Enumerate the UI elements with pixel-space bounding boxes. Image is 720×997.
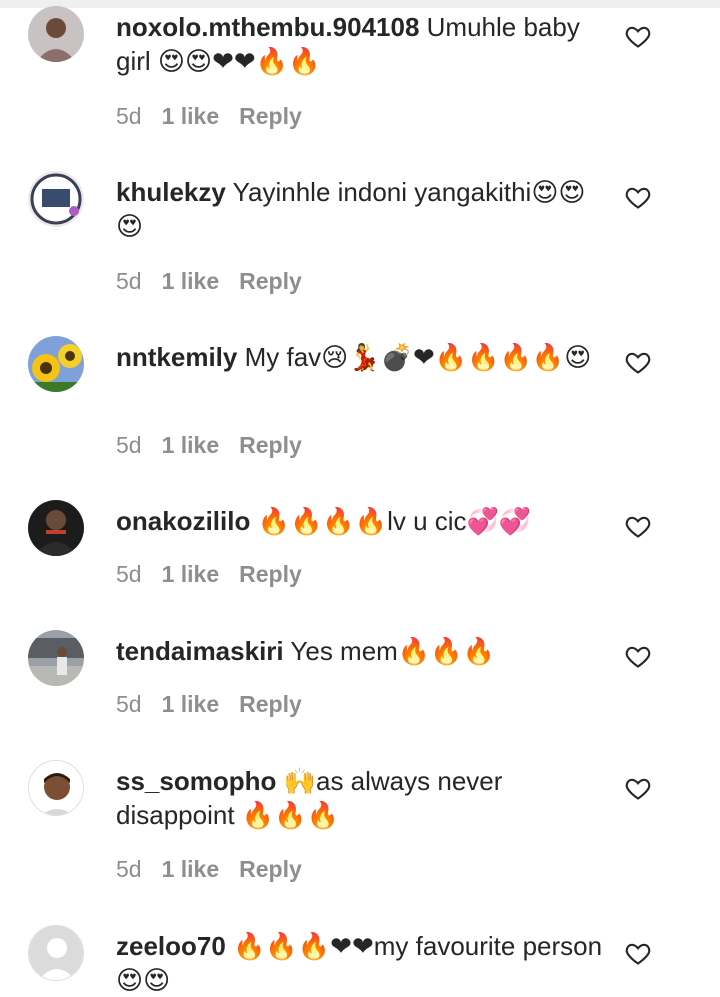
comment-text: ss_somopho 🙌as always never disappoint 🔥…: [116, 764, 606, 832]
like-count[interactable]: 1 like: [162, 691, 220, 717]
like-count[interactable]: 1 like: [162, 103, 220, 129]
comment-meta: 5d 1 like Reply: [116, 267, 322, 295]
comment-meta: 5d 1 like Reply: [116, 690, 322, 718]
comment-text: onakozililo 🔥🔥🔥🔥lv u cic💞💞: [116, 504, 606, 538]
comment-username[interactable]: noxolo.mthembu.904108: [116, 12, 419, 42]
reply-button[interactable]: Reply: [239, 561, 302, 587]
reply-button[interactable]: Reply: [239, 268, 302, 294]
comment-body: Yes mem🔥🔥🔥: [290, 636, 495, 666]
comment-username[interactable]: ss_somopho: [116, 766, 276, 796]
badge-avatar[interactable]: [28, 171, 84, 227]
like-count[interactable]: 1 like: [162, 856, 220, 882]
comment-body: 🔥🔥🔥🔥lv u cic💞💞: [257, 506, 532, 536]
comment-text: nntkemily My fav😢💃💣❤🔥🔥🔥🔥😍: [116, 340, 606, 374]
reply-button[interactable]: Reply: [239, 103, 302, 129]
comment-username[interactable]: nntkemily: [116, 342, 237, 372]
comment-username[interactable]: khulekzy: [116, 177, 226, 207]
comment-text: zeeloo70 🔥🔥🔥❤❤my favourite person😍😍: [116, 929, 606, 997]
like-count[interactable]: 1 like: [162, 432, 220, 458]
heart-outline-icon[interactable]: [624, 642, 652, 670]
comment-text: khulekzy Yayinhle indoni yangakithi😍😍😍: [116, 175, 606, 243]
comment-username[interactable]: zeeloo70: [116, 931, 226, 961]
comment-age: 5d: [116, 103, 142, 129]
heart-outline-icon[interactable]: [624, 183, 652, 211]
heart-outline-icon[interactable]: [624, 348, 652, 376]
default-avatar[interactable]: [28, 925, 84, 981]
woman-avatar[interactable]: [28, 6, 84, 62]
heart-outline-icon[interactable]: [624, 22, 652, 50]
emoji-man-avatar[interactable]: [28, 760, 84, 816]
sunflower-avatar[interactable]: [28, 336, 84, 392]
heart-outline-icon[interactable]: [624, 774, 652, 802]
man-dark-avatar[interactable]: [28, 500, 84, 556]
comment-age: 5d: [116, 268, 142, 294]
top-divider: [0, 0, 720, 8]
comment-meta: 5d 1 like Reply: [116, 855, 322, 883]
comment-age: 5d: [116, 432, 142, 458]
heart-outline-icon[interactable]: [624, 512, 652, 540]
comment-age: 5d: [116, 561, 142, 587]
reply-button[interactable]: Reply: [239, 432, 302, 458]
comment-text: tendaimaskiri Yes mem🔥🔥🔥: [116, 634, 606, 668]
comment-username[interactable]: tendaimaskiri: [116, 636, 284, 666]
like-count[interactable]: 1 like: [162, 561, 220, 587]
reply-button[interactable]: Reply: [239, 856, 302, 882]
reply-button[interactable]: Reply: [239, 691, 302, 717]
comment-body: My fav😢💃💣❤🔥🔥🔥🔥😍: [244, 342, 592, 372]
comment-meta: 5d 1 like Reply: [116, 102, 322, 130]
comment-username[interactable]: onakozililo: [116, 506, 250, 536]
comment-text: noxolo.mthembu.904108 Umuhle baby girl 😍…: [116, 10, 606, 78]
street-avatar[interactable]: [28, 630, 84, 686]
heart-outline-icon[interactable]: [624, 939, 652, 967]
like-count[interactable]: 1 like: [162, 268, 220, 294]
comment-age: 5d: [116, 856, 142, 882]
comment-meta: 5d 1 like Reply: [116, 560, 322, 588]
comment-meta: 5d 1 like Reply: [116, 431, 322, 459]
comment-age: 5d: [116, 691, 142, 717]
